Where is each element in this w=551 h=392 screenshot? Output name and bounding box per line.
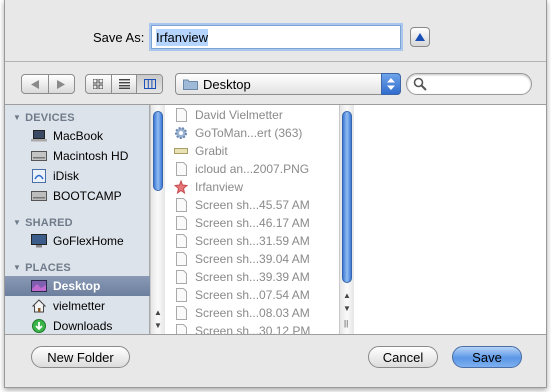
drive-icon xyxy=(31,189,47,203)
back-arrow-icon xyxy=(30,79,39,89)
sidebar-section-devices[interactable]: ▼ DEVICES xyxy=(13,112,75,124)
document-icon xyxy=(173,216,189,230)
document-icon xyxy=(173,270,189,284)
file-item[interactable]: Screen sh...39.04 AM xyxy=(165,250,341,268)
desktop-icon xyxy=(31,279,47,293)
sidebar-item-desktop[interactable]: Desktop xyxy=(5,276,150,296)
folder-icon xyxy=(183,79,198,90)
column-resize-handle-icon[interactable]: || xyxy=(344,319,348,328)
sidebar-item-label: vielmetter xyxy=(53,299,106,313)
location-popup[interactable]: Desktop xyxy=(175,73,401,95)
scroll-down-icon[interactable]: ▼ xyxy=(343,304,351,313)
file-item[interactable]: icloud an...2007.PNG xyxy=(165,160,341,178)
back-forward-buttons xyxy=(21,74,75,94)
sidebar-item-idisk[interactable]: iDisk xyxy=(5,166,150,186)
sidebar-item-label: Downloads xyxy=(53,319,113,333)
list-view-button[interactable] xyxy=(110,75,137,93)
file-column: David Vielmetter GoToMan...ert (363) Gra… xyxy=(165,105,341,334)
column-view-button[interactable] xyxy=(136,75,162,93)
irfanview-icon xyxy=(173,180,189,194)
scroll-down-icon[interactable]: ▼ xyxy=(154,321,162,330)
file-item[interactable]: Screen sh...46.17 AM xyxy=(165,214,341,232)
sidebar-item-label: BOOTCAMP xyxy=(53,189,122,203)
document-icon xyxy=(173,306,189,320)
sidebar-item-downloads[interactable]: Downloads xyxy=(5,316,150,336)
icon-view-button[interactable] xyxy=(86,75,111,93)
save-as-label: Save As: xyxy=(93,30,145,45)
new-folder-button[interactable]: New Folder xyxy=(31,346,130,368)
sidebar-item-macintosh-hd[interactable]: Macintosh HD xyxy=(5,146,150,166)
laptop-icon xyxy=(31,129,47,143)
document-icon xyxy=(173,252,189,266)
document-icon xyxy=(173,288,189,302)
search-input[interactable] xyxy=(406,73,532,95)
file-item[interactable]: Irfanview xyxy=(165,178,341,196)
sidebar-item-label: Desktop xyxy=(53,279,101,293)
home-icon xyxy=(31,299,47,313)
sidebar-item-label: Macintosh HD xyxy=(53,149,129,163)
file-item[interactable]: Screen sh...08.03 AM xyxy=(165,304,341,322)
back-button[interactable] xyxy=(22,75,48,93)
sidebar-item-label: GoFlexHome xyxy=(53,234,124,248)
save-button[interactable]: Save xyxy=(452,346,522,368)
save-dialog: Save As: Irfanview Desktop ▼ DEVICES Mac… xyxy=(4,0,547,388)
view-mode-buttons xyxy=(85,74,163,94)
file-column-scrollbar[interactable]: ▲ ▼ || xyxy=(339,105,354,334)
triangle-up-icon xyxy=(415,33,425,41)
document-icon xyxy=(173,324,189,334)
hard-drive-icon xyxy=(31,149,47,163)
filename-value: Irfanview xyxy=(156,28,209,46)
disclosure-triangle-icon: ▼ xyxy=(13,218,22,227)
filename-input[interactable]: Irfanview xyxy=(151,25,401,49)
divider xyxy=(5,61,546,62)
sidebar-item-bootcamp[interactable]: BOOTCAMP xyxy=(5,186,150,206)
icon-view-icon xyxy=(93,79,104,89)
file-item[interactable]: Screen sh...39.39 AM xyxy=(165,268,341,286)
location-label: Desktop xyxy=(203,77,251,92)
forward-button[interactable] xyxy=(47,75,75,93)
sidebar: ▼ DEVICES MacBook Macintosh HD iDisk BOO… xyxy=(5,105,150,334)
document-icon xyxy=(173,108,189,122)
sidebar-item-vielmetter[interactable]: vielmetter xyxy=(5,296,150,316)
popup-arrows-icon xyxy=(381,73,401,95)
sidebar-scrollbar[interactable]: ▲ ▼ xyxy=(150,105,165,334)
scroll-up-icon[interactable]: ▲ xyxy=(343,291,351,300)
sidebar-item-macbook[interactable]: MacBook xyxy=(5,126,150,146)
forward-arrow-icon xyxy=(57,79,66,89)
network-computer-icon xyxy=(31,234,47,248)
expand-dialog-button[interactable] xyxy=(410,27,430,47)
sidebar-section-shared[interactable]: ▼ SHARED xyxy=(13,217,73,229)
sidebar-scroll-thumb[interactable] xyxy=(153,111,163,191)
file-item[interactable]: GoToMan...ert (363) xyxy=(165,124,341,142)
file-item[interactable]: Screen sh...45.57 AM xyxy=(165,196,341,214)
gear-icon xyxy=(173,126,189,140)
image-file-icon xyxy=(173,162,189,176)
file-scroll-thumb[interactable] xyxy=(342,111,352,283)
search-icon xyxy=(413,77,427,91)
save-as-row: Save As: Irfanview xyxy=(5,22,546,50)
file-item[interactable]: Screen sh...31.59 AM xyxy=(165,232,341,250)
list-view-icon xyxy=(118,79,130,89)
disclosure-triangle-icon: ▼ xyxy=(13,113,22,122)
file-item[interactable]: Screen sh...30.12 PM xyxy=(165,322,341,334)
document-icon xyxy=(173,234,189,248)
disclosure-triangle-icon: ▼ xyxy=(13,263,22,272)
cancel-button[interactable]: Cancel xyxy=(368,346,438,368)
alias-icon xyxy=(173,144,189,158)
sidebar-item-label: iDisk xyxy=(53,169,79,183)
scroll-up-icon[interactable]: ▲ xyxy=(154,308,162,317)
file-browser: ▼ DEVICES MacBook Macintosh HD iDisk BOO… xyxy=(5,104,546,335)
downloads-icon xyxy=(31,319,47,333)
sidebar-item-goflexhome[interactable]: GoFlexHome xyxy=(5,231,150,251)
column-view-icon xyxy=(143,79,156,89)
file-item[interactable]: David Vielmetter xyxy=(165,106,341,124)
sidebar-section-places[interactable]: ▼ PLACES xyxy=(13,262,71,274)
document-icon xyxy=(173,198,189,212)
file-item[interactable]: Grabit xyxy=(165,142,341,160)
idisk-icon xyxy=(31,169,47,183)
sidebar-item-label: MacBook xyxy=(53,129,104,143)
file-item[interactable]: Screen sh...07.54 AM xyxy=(165,286,341,304)
